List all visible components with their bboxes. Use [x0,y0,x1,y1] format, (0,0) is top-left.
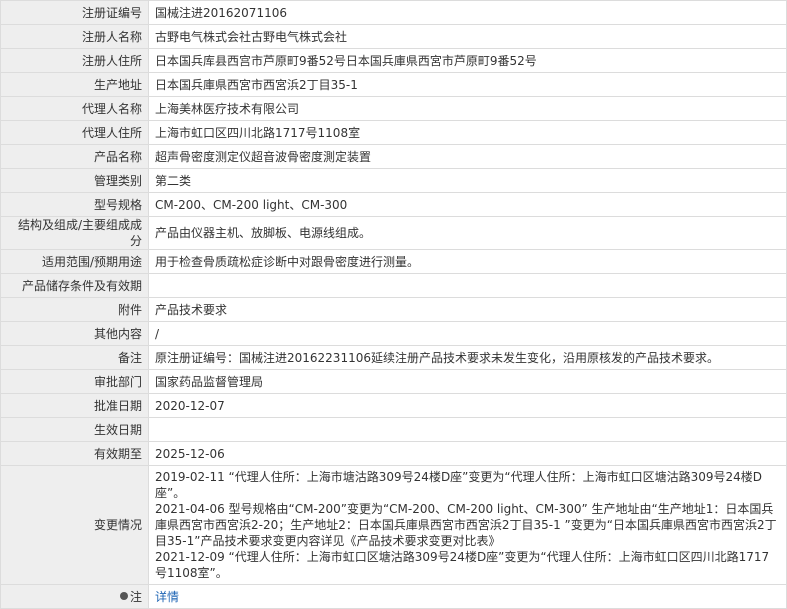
table-row: 附件 产品技术要求 [0,297,787,322]
row-value: 超声骨密度测定仪超音波骨密度測定装置 [148,144,787,169]
row-value: 2020-12-07 [148,393,787,418]
row-label: 代理人住所 [0,120,149,145]
row-label: 其他内容 [0,321,149,346]
row-label: 审批部门 [0,369,149,394]
table-row: 产品名称 超声骨密度测定仪超音波骨密度測定装置 [0,144,787,169]
extra-rows: 变更情况 2019-02-11 “代理人住所：上海市塘沽路309号24楼D座”变… [0,465,787,609]
note-value: 详情 [148,584,787,609]
change-entry: 2021-12-09 “代理人住所：上海市虹口区塘沽路309号24楼D座”变更为… [155,550,770,580]
pin-icon [119,592,128,600]
changes-label: 变更情况 [0,465,149,585]
row-value [148,417,787,442]
table-row: 注册人住所 日本国兵库县西宫市芦原町9番52号日本国兵庫県西宮市芦原町9番52号 [0,48,787,73]
table-row: 有效期至 2025-12-06 [0,441,787,466]
row-label: 产品名称 [0,144,149,169]
table-row: 其他内容 / [0,321,787,346]
table-row: 代理人名称 上海美林医疗技术有限公司 [0,96,787,121]
table-row: 批准日期 2020-12-07 [0,393,787,418]
row-value: 上海市虹口区四川北路1717号1108室 [148,120,787,145]
row-label: 注册人名称 [0,24,149,49]
row-label: 有效期至 [0,441,149,466]
row-label: 附件 [0,297,149,322]
row-label: 代理人名称 [0,96,149,121]
table-row: 管理类别 第二类 [0,168,787,193]
row-value: 古野电气株式会社古野电气株式会社 [148,24,787,49]
row-label: 注册人住所 [0,48,149,73]
row-value: 日本国兵库县西宫市芦原町9番52号日本国兵庫県西宮市芦原町9番52号 [148,48,787,73]
row-value: 用于检查骨质疏松症诊断中对跟骨密度进行测量。 [148,249,787,274]
table-row: 型号规格 CM-200、CM-200 light、CM-300 [0,192,787,217]
row-value: 原注册证编号：国械注进20162231106延续注册产品技术要求未发生变化，沿用… [148,345,787,370]
row-value: CM-200、CM-200 light、CM-300 [148,192,787,217]
row-label: 结构及组成/主要组成成分 [0,216,149,250]
row-changes: 变更情况 2019-02-11 “代理人住所：上海市塘沽路309号24楼D座”变… [0,465,787,585]
row-value: / [148,321,787,346]
table-row: 适用范围/预期用途 用于检查骨质疏松症诊断中对跟骨密度进行测量。 [0,249,787,274]
table-row: 结构及组成/主要组成成分 产品由仪器主机、放脚板、电源线组成。 [0,216,787,250]
row-label: 管理类别 [0,168,149,193]
row-value: 国械注进20162071106 [148,0,787,25]
row-value [148,273,787,298]
table-row: 产品储存条件及有效期 [0,273,787,298]
row-value: 产品由仪器主机、放脚板、电源线组成。 [148,216,787,250]
row-label: 生效日期 [0,417,149,442]
note-label-cell: 注 [0,584,149,609]
row-value: 国家药品监督管理局 [148,369,787,394]
registration-rows: 注册证编号 国械注进20162071106 注册人名称 古野电气株式会社古野电气株式会… [0,0,787,466]
row-label: 注册证编号 [0,0,149,25]
row-value: 第二类 [148,168,787,193]
table-row: 注册人名称 古野电气株式会社古野电气株式会社 [0,24,787,49]
row-label: 备注 [0,345,149,370]
row-label: 生产地址 [0,72,149,97]
row-label: 产品储存条件及有效期 [0,273,149,298]
table-row: 代理人住所 上海市虹口区四川北路1717号1108室 [0,120,787,145]
details-link[interactable]: 详情 [155,590,179,604]
change-entry: 2019-02-11 “代理人住所：上海市塘沽路309号24楼D座”变更为“代理… [155,470,763,500]
registration-table: 注册证编号 国械注进20162071106 注册人名称 古野电气株式会社古野电气株式会… [0,0,787,609]
table-row: 注册证编号 国械注进20162071106 [0,0,787,25]
changes-value: 2019-02-11 “代理人住所：上海市塘沽路309号24楼D座”变更为“代理… [148,465,787,585]
row-value: 产品技术要求 [148,297,787,322]
change-entry: 2021-04-06 型号规格由“CM-200”变更为“CM-200、CM-20… [155,502,777,548]
row-label: 适用范围/预期用途 [0,249,149,274]
table-row: 备注 原注册证编号：国械注进20162231106延续注册产品技术要求未发生变化，… [0,345,787,370]
table-row: 生效日期 [0,417,787,442]
row-label: 型号规格 [0,192,149,217]
table-row: 审批部门 国家药品监督管理局 [0,369,787,394]
row-label: 批准日期 [0,393,149,418]
row-value: 2025-12-06 [148,441,787,466]
note-label: 注 [129,589,142,604]
table-row: 生产地址 日本国兵庫県西宮市西宮浜2丁目35-1 [0,72,787,97]
row-value: 日本国兵庫県西宮市西宮浜2丁目35-1 [148,72,787,97]
row-value: 上海美林医疗技术有限公司 [148,96,787,121]
row-note: 注 详情 [0,584,787,609]
